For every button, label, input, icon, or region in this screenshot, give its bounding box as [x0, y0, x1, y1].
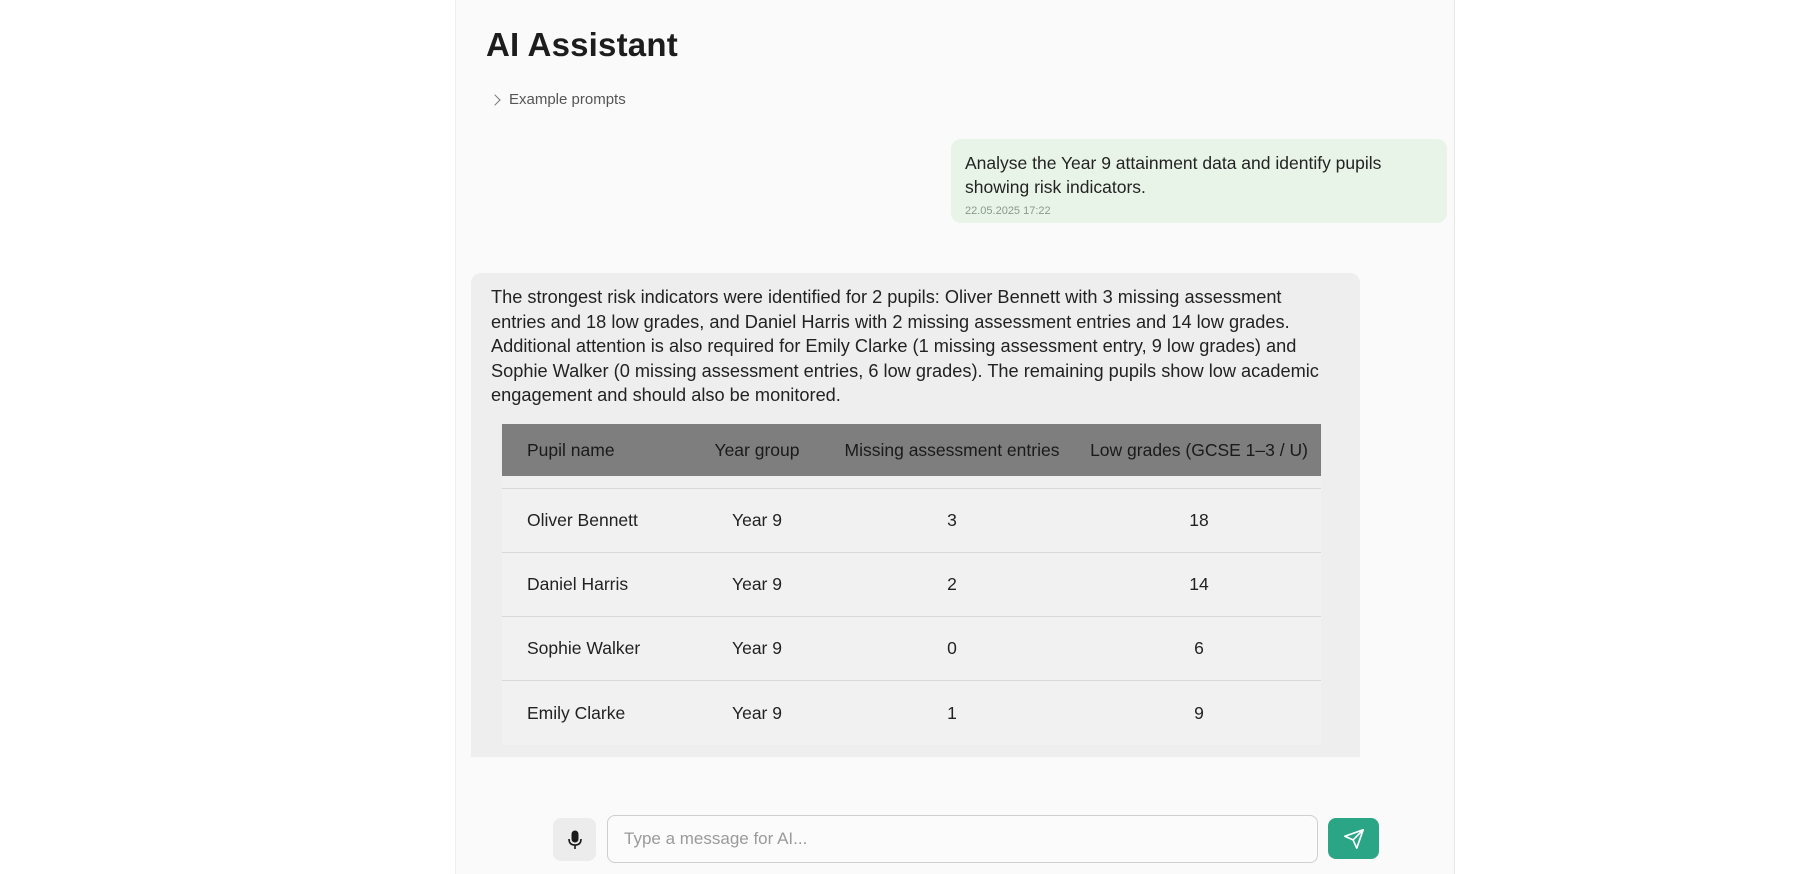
message-input[interactable] [607, 815, 1318, 863]
chevron-right-icon [489, 93, 501, 106]
cell-year-group: Year 9 [732, 702, 782, 723]
cell-pupil-name: Daniel Harris [502, 552, 687, 617]
cell-low-grades: 18 [1077, 488, 1321, 553]
cell-missing-entries: 1 [947, 702, 957, 723]
cell-year-group: Year 9 [687, 488, 827, 553]
cell-low-grades: 6 [1077, 616, 1321, 681]
microphone-button[interactable] [553, 818, 596, 861]
user-message-bubble: Analyse the Year 9 attainment data and i… [951, 139, 1447, 223]
column-header-year-group: Year group [714, 439, 800, 460]
column-header-missing-entries: Missing assessment entries [844, 439, 1060, 460]
example-prompts-label: Example prompts [509, 91, 626, 108]
table-spacer-row [502, 476, 1321, 489]
cell-pupil-name: Oliver Bennett [502, 488, 687, 553]
user-message-text: Analyse the Year 9 attainment data and i… [965, 153, 1382, 197]
cell-missing-entries: 3 [827, 488, 1077, 553]
cell-year-group: Year 9 [687, 552, 827, 617]
cell-low-grades: 9 [1194, 702, 1204, 723]
microphone-icon [567, 830, 582, 849]
cell-year-group: Year 9 [687, 616, 827, 681]
message-composer [553, 815, 1379, 865]
cell-low-grades: 14 [1077, 552, 1321, 617]
cell-missing-entries: 0 [827, 616, 1077, 681]
send-button[interactable] [1328, 818, 1379, 859]
cell-pupil-name: Sophie Walker [502, 616, 687, 681]
example-prompts-toggle[interactable]: Example prompts [489, 91, 626, 108]
chat-panel: AI Assistant Example prompts Analyse the… [455, 0, 1455, 874]
column-header-low-grades: Low grades (GCSE 1–3 / U) [1090, 439, 1308, 460]
cell-pupil-name: Emily Clarke [527, 702, 626, 723]
table-row: Daniel Harris Year 9 2 14 [502, 552, 1321, 617]
ai-message-text: The strongest risk indicators were ident… [491, 287, 1319, 405]
column-header-pupil-name: Pupil name [527, 439, 615, 460]
user-message-timestamp: 22.05.2025 17:22 [965, 205, 1051, 217]
page-title: AI Assistant [486, 26, 678, 63]
table-row: Oliver Bennett Year 9 3 18 [502, 488, 1321, 553]
table-header-row: Pupil name Year group Missing assessment… [502, 424, 1321, 476]
ai-message-bubble: The strongest risk indicators were ident… [471, 273, 1360, 757]
risk-indicators-table: Pupil name Year group Missing assessment… [502, 424, 1321, 745]
table-row: Sophie Walker Year 9 0 6 [502, 616, 1321, 681]
cell-missing-entries: 2 [827, 552, 1077, 617]
table-row: Emily Clarke Year 9 1 9 [502, 680, 1321, 745]
paper-plane-icon [1343, 828, 1364, 849]
